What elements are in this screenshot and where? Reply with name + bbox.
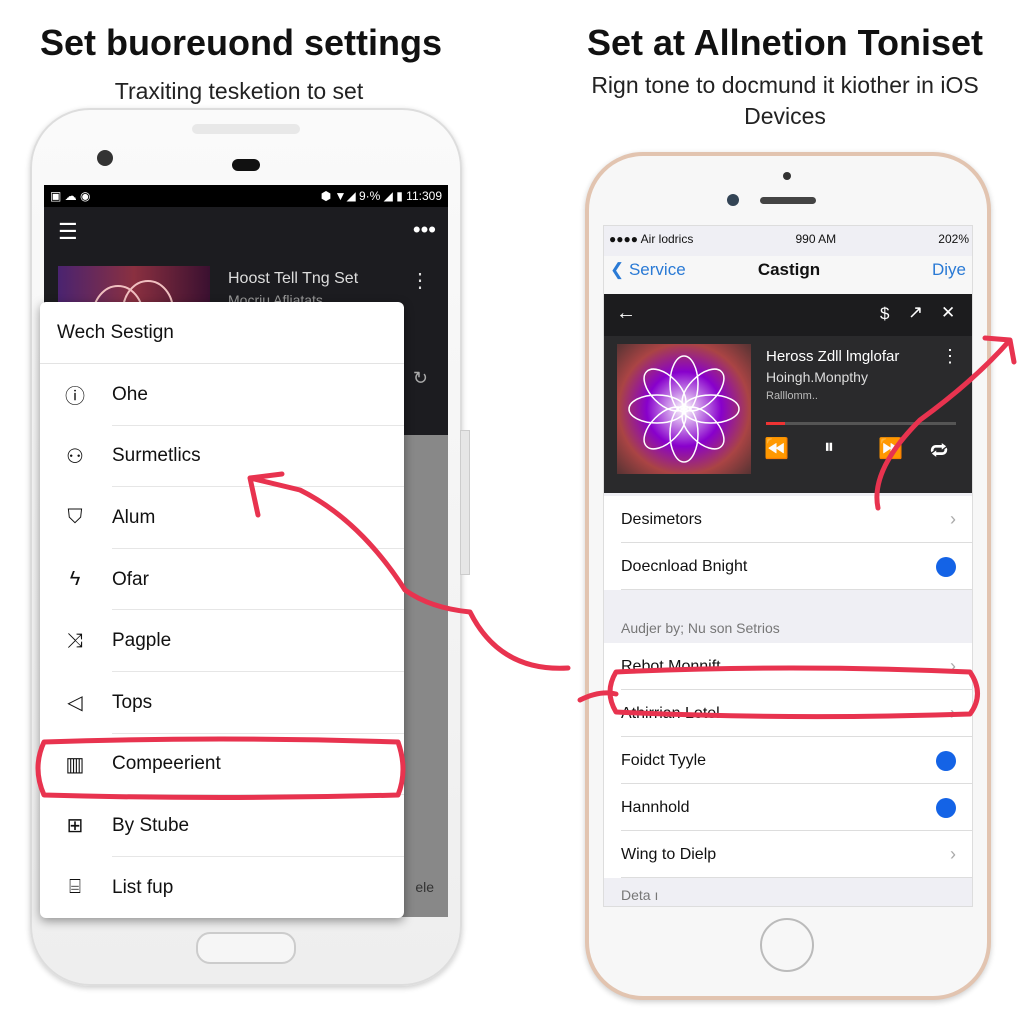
annotation-layer: [35, 335, 1017, 800]
highlight-circle-compeerient: [35, 736, 406, 800]
highlight-circle-athirrian: [607, 665, 980, 720]
arrow-to-corner: [577, 335, 1017, 703]
arrow-to-surmetlics: [247, 471, 571, 671]
